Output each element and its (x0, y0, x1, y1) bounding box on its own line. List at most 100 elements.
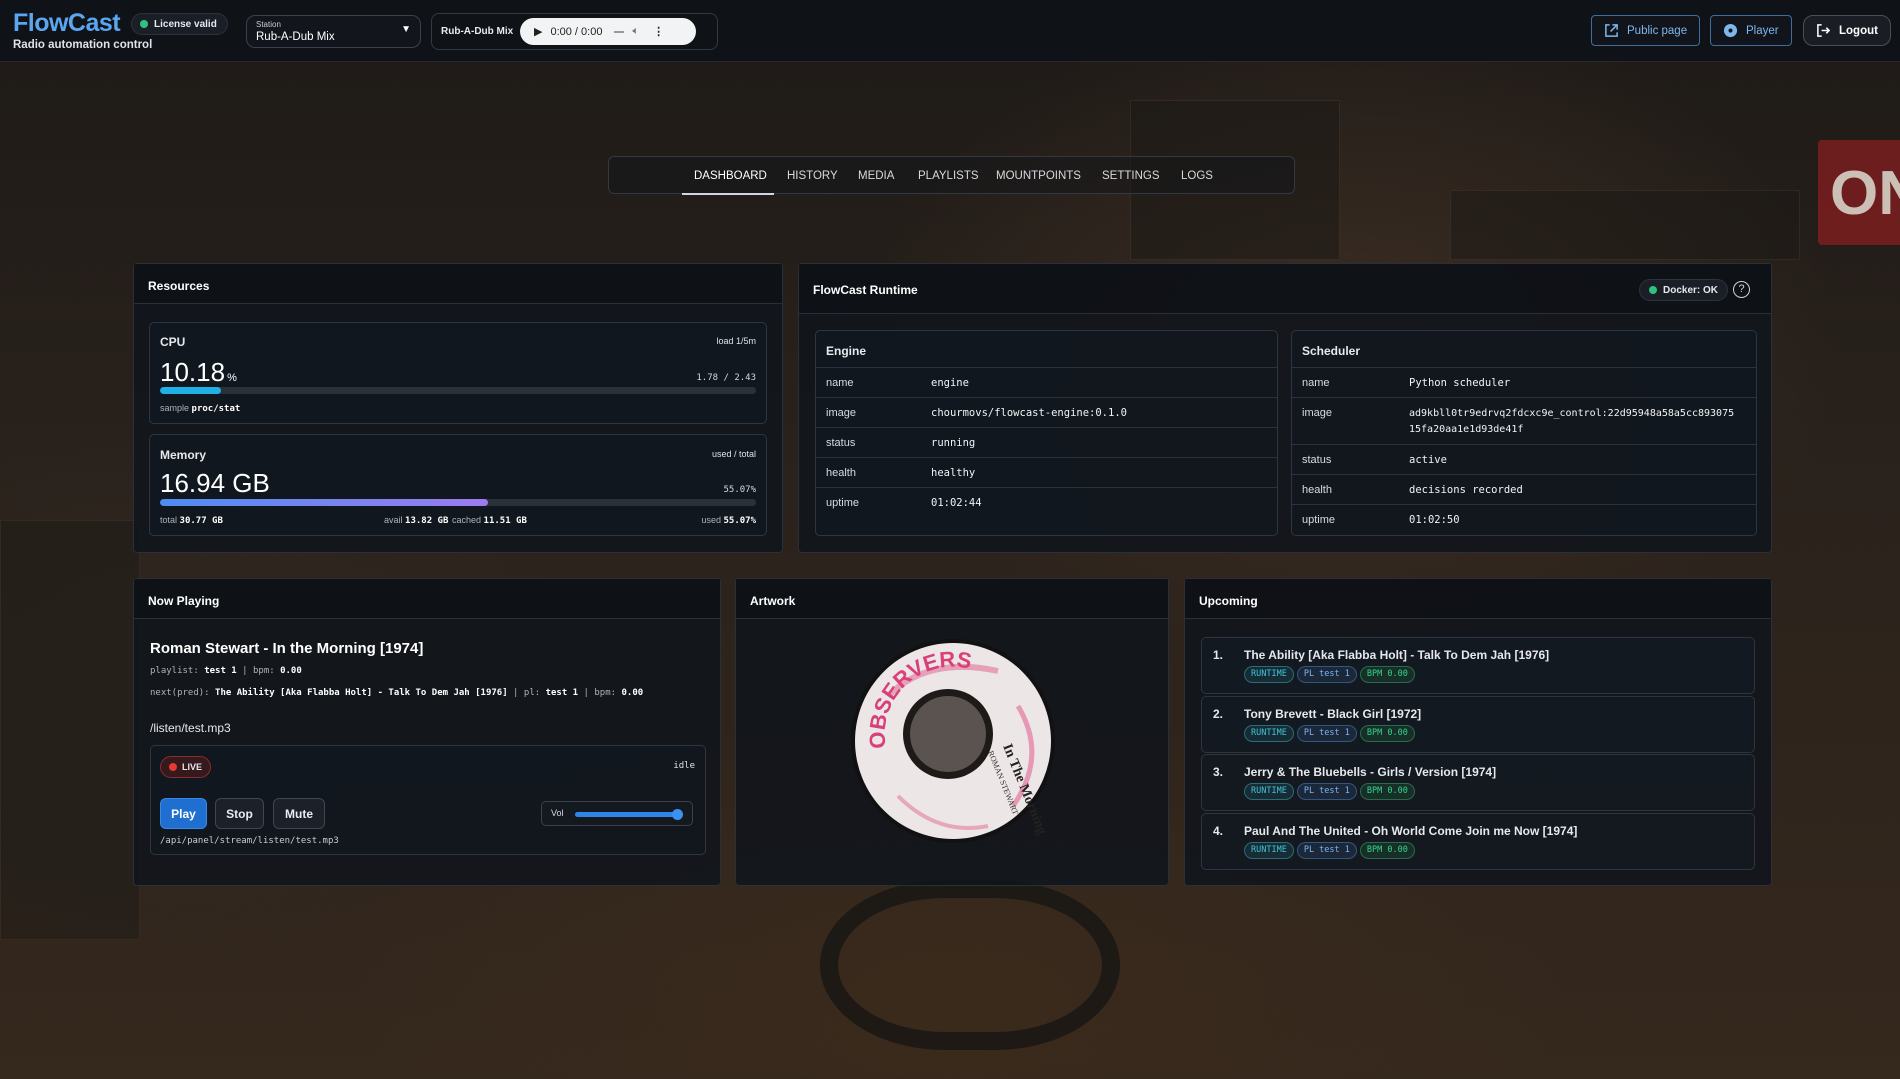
upcoming-title: Upcoming (1185, 579, 1771, 619)
album-artwork: OBSERVERS In The Morning ROMAN STEWART (848, 636, 1058, 846)
cpu-progress (160, 387, 756, 394)
tab-settings[interactable]: SETTINGS (1102, 170, 1160, 182)
tab-media[interactable]: MEDIA (858, 170, 894, 182)
audio-seek-bar[interactable] (614, 30, 625, 33)
stream-url: /api/panel/stream/listen/test.mp3 (160, 836, 339, 846)
scheduler-row-name: name Python scheduler (1292, 367, 1756, 397)
help-icon[interactable]: ? (1733, 281, 1750, 298)
license-label: License valid (154, 18, 217, 30)
resources-panel: Resources CPU load 1/5m 10.18% 1.78 / 2.… (133, 263, 783, 553)
engine-row-status: status running (816, 427, 1277, 457)
docker-status-label: Docker: OK (1663, 284, 1719, 296)
bpm-badge: BPM 0.00 (1359, 666, 1415, 683)
player-button[interactable]: Player (1710, 15, 1792, 46)
engine-row-health: health healthy (816, 457, 1277, 487)
memory-cached: cached 11.51 GB (452, 515, 527, 526)
station-select-value: Rub-A-Dub Mix (256, 31, 335, 43)
cpu-sample: sample proc/stat (160, 403, 241, 414)
upcoming-item-title: Jerry & The Bluebells - Girls / Version … (1244, 765, 1497, 779)
upcoming-item-number: 4. (1213, 824, 1224, 838)
memory-total: total 30.77 GB (160, 515, 223, 526)
brand: FlowCast Radio automation control (13, 9, 152, 51)
upcoming-item[interactable]: 3. Jerry & The Bluebells - Girls / Versi… (1201, 754, 1755, 811)
memory-label: Memory (160, 448, 207, 462)
stop-button[interactable]: Stop (215, 798, 264, 829)
tab-logs[interactable]: LOGS (1181, 170, 1213, 182)
tab-dashboard[interactable]: DASHBOARD (694, 170, 767, 182)
scheduler-row-status: status active (1292, 444, 1756, 474)
volume-icon[interactable]: 🔈︎ (632, 25, 639, 38)
playlist-badge: PL test 1 (1296, 842, 1357, 859)
now-playing-title: Now Playing (134, 579, 720, 619)
background-headphones (820, 880, 1120, 1050)
live-badge: LIVE (160, 756, 212, 778)
live-label: LIVE (182, 762, 203, 772)
tab-mountpoints[interactable]: MOUNTPOINTS (996, 170, 1081, 182)
artwork-panel: Artwork OBSERVERS In The Morning ROMAN S… (735, 578, 1169, 886)
engine-row-image: image chourmovs/flowcast-engine:0.1.0 (816, 397, 1277, 427)
license-badge: License valid (131, 13, 228, 35)
runtime-badge: RUNTIME (1244, 783, 1294, 800)
background-console (0, 520, 140, 940)
on-air-sign: ON (1818, 140, 1900, 245)
volume-slider-handle[interactable] (671, 809, 683, 820)
next-predicted: next(pred): The Ability [Aka Flabba Holt… (150, 688, 644, 698)
engine-row-uptime: uptime 01:02:44 (816, 487, 1277, 517)
tab-playlists[interactable]: PLAYLISTS (918, 170, 979, 182)
play-button[interactable]: Play (160, 798, 207, 829)
memory-used: used 55.07% (701, 515, 756, 526)
upcoming-item[interactable]: 2. Tony Brevett - Black Girl [1972] RUNT… (1201, 696, 1755, 753)
station-select[interactable]: Station Rub-A-Dub Mix ▼ (246, 15, 421, 48)
cpu-progress-fill (160, 387, 221, 394)
memory-percent: 55.07% (723, 485, 756, 495)
upcoming-item-title: Tony Brevett - Black Girl [1972] (1244, 707, 1422, 721)
cpu-label: CPU (160, 335, 186, 349)
more-options-icon[interactable]: ⋮ (653, 25, 664, 38)
tab-history[interactable]: HISTORY (787, 170, 838, 182)
chevron-down-icon: ▼ (401, 24, 411, 35)
upcoming-item[interactable]: 1. The Ability [Aka Flabba Holt] - Talk … (1201, 637, 1755, 694)
mount-path: /listen/test.mp3 (150, 721, 231, 735)
live-dot-icon (169, 763, 177, 771)
cpu-card: CPU load 1/5m 10.18% 1.78 / 2.43 sample … (149, 322, 767, 424)
logout-button[interactable]: Logout (1803, 15, 1891, 46)
player-state: idle (673, 761, 695, 771)
upcoming-item-title: Paul And The United - Oh World Come Join… (1244, 824, 1578, 838)
now-playing-panel: Now Playing Roman Stewart - In the Morni… (133, 578, 721, 886)
memory-avail: avail 13.82 GB (384, 515, 449, 526)
volume-control: Vol (541, 801, 693, 826)
memory-value: 16.94 GB (160, 468, 270, 498)
status-dot-icon (140, 20, 148, 28)
play-icon[interactable]: ▶ (534, 25, 542, 38)
logout-label: Logout (1839, 24, 1878, 37)
cpu-value: 10.18% (160, 357, 237, 387)
playlist-badge: PL test 1 (1296, 783, 1357, 800)
artwork-title: Artwork (736, 579, 1168, 619)
brand-logo[interactable]: FlowCast (13, 9, 121, 38)
upcoming-item-number: 3. (1213, 765, 1224, 779)
resources-title: Resources (134, 264, 782, 304)
now-playing-track: Roman Stewart - In the Morning [1974] (150, 640, 424, 657)
playlist-badge: PL test 1 (1296, 725, 1357, 742)
top-bar: FlowCast Radio automation control Licens… (0, 0, 1900, 62)
brand-subtitle: Radio automation control (13, 39, 153, 51)
volume-slider[interactable] (575, 809, 683, 820)
audio-time: 0:00 / 0:00 (550, 25, 603, 38)
station-select-label: Station (256, 20, 281, 29)
mute-button[interactable]: Mute (273, 798, 325, 829)
cpu-load-label: load 1/5m (716, 336, 756, 346)
now-playing-meta: playlist: test 1 | bpm: 0.00 (150, 666, 302, 676)
external-link-icon (1604, 23, 1619, 38)
audio-player[interactable]: ▶ 0:00 / 0:00 🔈︎ ⋮ (520, 18, 696, 45)
player-label: Player (1746, 24, 1779, 37)
disc-icon (1723, 23, 1738, 38)
playlist-badge: PL test 1 (1296, 666, 1357, 683)
live-player-card: LIVE idle Play Stop Mute Vol /api/panel/… (150, 745, 706, 855)
public-page-button[interactable]: Public page (1591, 15, 1701, 46)
scheduler-row-image: image ad9kbll0tr9edrvq2fdcxc9e_control:22… (1292, 397, 1756, 444)
upcoming-item-number: 2. (1213, 707, 1224, 721)
upcoming-item[interactable]: 4. Paul And The United - Oh World Come J… (1201, 813, 1755, 870)
scheduler-title: Scheduler (1302, 344, 1361, 358)
header-player-label: Rub-A-Dub Mix (441, 26, 514, 37)
upcoming-item-title: The Ability [Aka Flabba Holt] - Talk To … (1244, 648, 1550, 662)
